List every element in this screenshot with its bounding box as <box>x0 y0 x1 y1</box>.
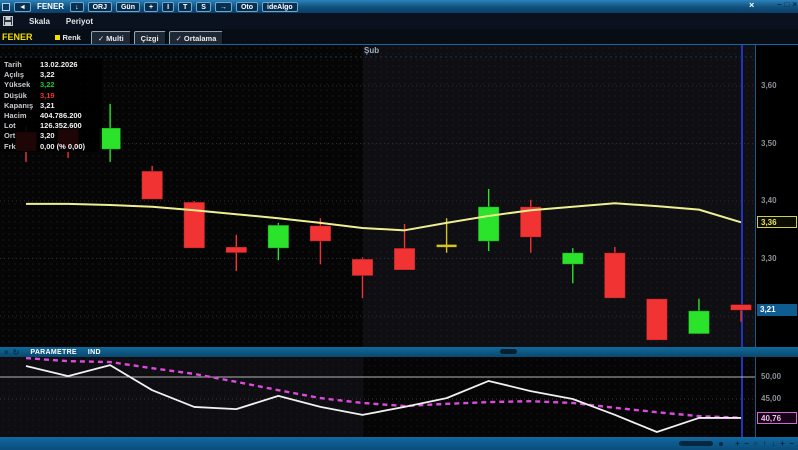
close-chart-button[interactable]: × <box>749 0 754 10</box>
tooltip-row: Hacim404.786.200 <box>0 111 102 121</box>
price-axis[interactable]: 3,60 3,50 3,40 3,30 3,36 3,21 <box>755 45 798 348</box>
tab-fener[interactable]: FENER <box>2 32 33 42</box>
indicator-axis[interactable]: 50,00 45,00 40,76 <box>755 357 798 437</box>
indicator-close-icon[interactable]: × <box>4 348 9 357</box>
candle-body <box>394 248 415 270</box>
check-icon: ✓ <box>98 34 104 43</box>
ohlc-tooltip: Tarih13.02.2026Açılış3,22Yüksek3,22Düşük… <box>0 58 102 152</box>
s-button[interactable]: S <box>196 2 211 12</box>
candle-body <box>688 311 709 334</box>
orj-button[interactable]: ORJ <box>88 2 112 12</box>
price-tick-label: 3,50 <box>761 139 777 148</box>
candle-body <box>352 259 373 276</box>
tooltip-row: Kapanış3,21 <box>0 101 102 111</box>
indicator-ind[interactable]: IND <box>88 349 101 356</box>
candle-body <box>100 128 121 149</box>
candle-body <box>142 171 163 199</box>
minimize-button[interactable]: − <box>777 0 782 9</box>
save-icon[interactable] <box>3 16 13 26</box>
oto-button[interactable]: Oto <box>236 2 258 12</box>
idealgo-button[interactable]: ideAlgo <box>262 2 298 12</box>
tooltip-row: Açılış3,22 <box>0 70 102 80</box>
menu-periyot[interactable]: Periyot <box>66 17 93 26</box>
app-icon <box>2 3 10 11</box>
candle-body <box>562 253 583 265</box>
indicator-refresh-icon[interactable]: ↻ <box>13 348 20 357</box>
indicator-plot[interactable] <box>0 357 755 437</box>
tab-bar: FENER Renk ✓MultiÇizgi✓Ortalama <box>0 29 798 44</box>
menu-skala[interactable]: Skala <box>29 17 50 26</box>
zoom-control-icon[interactable]: − <box>742 437 751 450</box>
candle-body <box>226 247 247 253</box>
renk-label: Renk <box>63 33 81 42</box>
tooltip-row: Frk0,00 (% 0,00) <box>0 142 102 152</box>
tooltip-row: Düşük3,19 <box>0 91 102 101</box>
toggle-ortalama-button[interactable]: ✓Ortalama <box>169 31 224 44</box>
symbol-dropdown-button[interactable]: ↓ <box>70 2 84 12</box>
zoom-control-icon[interactable]: ○ <box>751 437 760 450</box>
scrollbar-dot <box>719 442 723 446</box>
zoom-controls: +−○↑↓+− <box>733 437 796 450</box>
indicator-scrollbar-thumb[interactable] <box>500 349 517 354</box>
candlestick-plot[interactable] <box>0 45 755 348</box>
renk-control[interactable]: Renk <box>55 33 81 42</box>
price-chart-area[interactable]: Şub Tarih13.02.2026Açılış3,22Yüksek3,22D… <box>0 44 798 347</box>
check-icon: ✓ <box>176 34 182 43</box>
titlebar-toolbar: ◄ FENER ↓ ORJ Gün + ITS → Oto ideAlgo <box>14 2 298 12</box>
plus-button[interactable]: + <box>144 2 158 12</box>
zoom-control-icon[interactable]: − <box>787 437 796 450</box>
zoom-control-icon[interactable]: ↓ <box>769 437 778 450</box>
menu-bar: Skala Periyot <box>0 13 798 29</box>
trend-button[interactable]: T <box>178 2 192 12</box>
tooltip-row: Yüksek3,22 <box>0 80 102 90</box>
maximize-button[interactable]: □ <box>784 0 789 9</box>
symbol-label: FENER <box>35 2 66 11</box>
indicator-tick-label: 50,00 <box>761 372 781 381</box>
indicator-header: × ↻ PARAMETRE IND <box>0 347 798 357</box>
candle-body <box>731 305 752 311</box>
last-price-tag: 3,21 <box>757 304 797 316</box>
indicator-button[interactable]: I <box>162 2 174 12</box>
tooltip-row: Lot126.352.600 <box>0 121 102 131</box>
zoom-scrollbar-thumb[interactable] <box>679 441 713 446</box>
toggle-multi-button[interactable]: ✓Multi <box>91 31 131 44</box>
candle-body <box>604 253 625 298</box>
chart-option-buttons: ✓MultiÇizgi✓Ortalama <box>91 31 227 44</box>
tooltip-row: Ort3,20 <box>0 131 102 141</box>
candle-body <box>478 207 499 242</box>
ma-price-tag: 3,36 <box>757 216 797 228</box>
toggle-çizgi-button[interactable]: Çizgi <box>134 31 166 44</box>
indicator-signal-line <box>26 358 741 418</box>
back-button[interactable]: ◄ <box>14 2 31 12</box>
window-controls: − □ × <box>777 0 797 9</box>
zoom-control-icon[interactable]: + <box>778 437 787 450</box>
price-tick-label: 3,30 <box>761 254 777 263</box>
tooltip-row: Tarih13.02.2026 <box>0 60 102 70</box>
candle-body <box>268 225 289 248</box>
candle-body <box>310 226 331 242</box>
close-window-button[interactable]: × <box>792 0 797 9</box>
zoom-control-icon[interactable]: ↑ <box>760 437 769 450</box>
moving-average-line <box>26 203 741 230</box>
color-swatch-icon <box>55 35 60 40</box>
zoom-control-icon[interactable]: + <box>733 437 742 450</box>
price-tick-label: 3,60 <box>761 81 777 90</box>
indicator-tick-label: 45,00 <box>761 394 781 403</box>
chart-window: ◄ FENER ↓ ORJ Gün + ITS → Oto ideAlgo × − □ × Ska… <box>0 0 798 450</box>
indicator-value-tag: 40,76 <box>757 412 797 424</box>
indicator-main-line <box>26 365 741 432</box>
forward-button[interactable]: → <box>215 2 232 12</box>
window-titlebar: ◄ FENER ↓ ORJ Gün + ITS → Oto ideAlgo × − □ × <box>0 0 798 13</box>
period-gun-button[interactable]: Gün <box>116 2 140 12</box>
bottom-bar: +−○↑↓+− <box>0 437 798 450</box>
price-tick-label: 3,40 <box>761 196 777 205</box>
candle-body <box>646 299 667 340</box>
indicator-panel[interactable]: 50,00 45,00 40,76 <box>0 357 798 437</box>
indicator-parametre[interactable]: PARAMETRE <box>30 349 77 356</box>
